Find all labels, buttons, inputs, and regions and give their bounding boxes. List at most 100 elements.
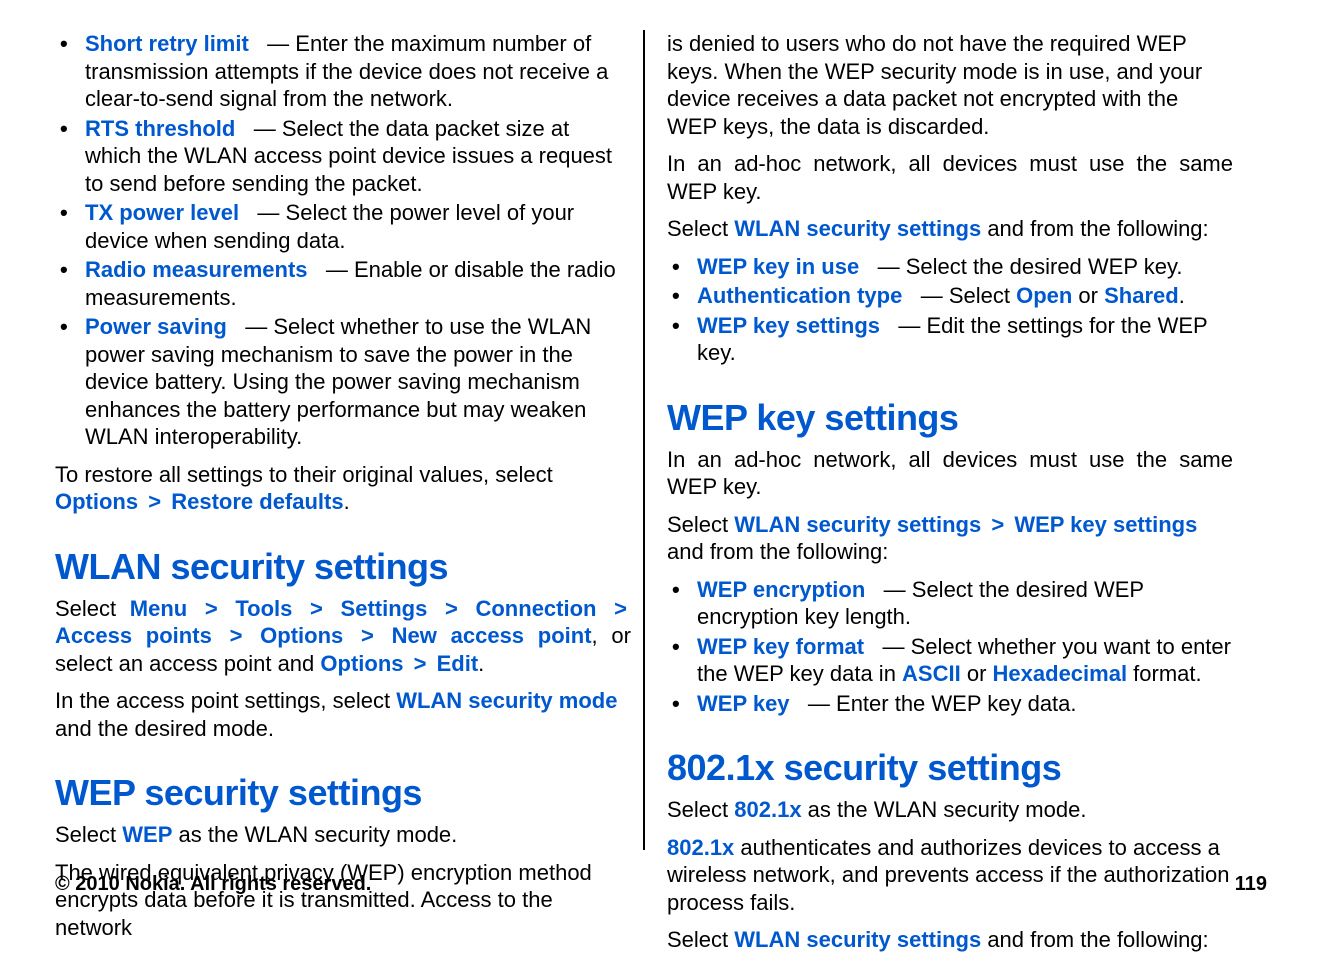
dash: —: [871, 577, 911, 602]
wep-key-list: WEP encryption — Select the desired WEP …: [667, 576, 1233, 718]
manual-page: Short retry limit — Enter the maximum nu…: [0, 0, 1322, 954]
settings-list: Short retry limit — Enter the maximum nu…: [55, 30, 631, 451]
path-edit: Edit: [437, 651, 479, 676]
text: Select: [667, 927, 734, 952]
adhoc-note: In an ad-hoc network, all devices must u…: [667, 150, 1233, 205]
term: WEP encryption: [697, 577, 865, 602]
item-short-retry: Short retry limit — Enter the maximum nu…: [85, 30, 631, 113]
term: Authentication type: [697, 283, 902, 308]
item-power-saving: Power saving — Select whether to use the…: [85, 313, 631, 451]
text: or: [1072, 283, 1104, 308]
path-options-2: Options: [320, 651, 403, 676]
wep-desc-paragraph: The wired equivalent privacy (WEP) encry…: [55, 859, 631, 942]
path-menu: Menu: [130, 596, 187, 621]
term: Short retry limit: [85, 31, 249, 56]
right-column: is denied to users who do not have the r…: [645, 30, 1233, 964]
item-tx-power: TX power level — Select the power level …: [85, 199, 631, 254]
wlan-mode-paragraph: In the access point settings, select WLA…: [55, 687, 631, 742]
item-wep-key-in-use: WEP key in use — Select the desired WEP …: [697, 253, 1233, 281]
breadcrumb-separator: >: [414, 651, 427, 676]
item-rts-threshold: RTS threshold — Select the data packet s…: [85, 115, 631, 198]
item-wep-key: WEP key — Enter the WEP key data.: [697, 690, 1233, 718]
breadcrumb-separator: >: [148, 489, 161, 514]
dash: —: [314, 257, 354, 282]
text: Select: [55, 822, 122, 847]
path-new-access-point: New access point: [392, 623, 592, 648]
text: Select: [667, 797, 734, 822]
term: WEP key: [697, 691, 790, 716]
breadcrumb-separator: >: [230, 623, 243, 648]
link-wlan-security-settings: WLAN security settings: [734, 512, 981, 537]
text: as the WLAN security mode.: [172, 822, 457, 847]
link-wep: WEP: [122, 822, 172, 847]
heading-wep-key-settings: WEP key settings: [667, 395, 1233, 440]
breadcrumb-separator: >: [614, 596, 627, 621]
item-radio-measurements: Radio measurements — Enable or disable t…: [85, 256, 631, 311]
path-tools: Tools: [235, 596, 292, 621]
breadcrumb-separator: >: [361, 623, 374, 648]
desc: Enter the WEP key data.: [836, 691, 1077, 716]
dash: —: [865, 254, 905, 279]
term: WEP key in use: [697, 254, 859, 279]
item-wep-encryption: WEP encryption — Select the desired WEP …: [697, 576, 1233, 631]
item-wep-key-settings: WEP key settings — Edit the settings for…: [697, 312, 1233, 367]
restore-paragraph: To restore all settings to their origina…: [55, 461, 631, 516]
link-options: Options: [55, 489, 138, 514]
desc: Select the desired WEP key.: [906, 254, 1183, 279]
link-open: Open: [1016, 283, 1072, 308]
item-authentication-type: Authentication type — Select Open or Sha…: [697, 282, 1233, 310]
link-shared: Shared: [1104, 283, 1179, 308]
text: Select: [667, 216, 734, 241]
breadcrumb-separator: >: [205, 596, 218, 621]
path-connection: Connection: [475, 596, 596, 621]
text: Select: [949, 283, 1016, 308]
link-restore-defaults: Restore defaults: [171, 489, 343, 514]
wep-select-paragraph: Select WEP as the WLAN security mode.: [55, 821, 631, 849]
heading-8021x: 802.1x security settings: [667, 745, 1233, 790]
text: .: [1179, 283, 1185, 308]
term: WEP key format: [697, 634, 864, 659]
term: Radio measurements: [85, 257, 308, 282]
dash: —: [245, 200, 285, 225]
breadcrumb-separator: >: [445, 596, 458, 621]
text: In the access point settings, select: [55, 688, 396, 713]
text: .: [344, 489, 350, 514]
breadcrumb-separator: >: [310, 596, 323, 621]
left-column: Short retry limit — Enter the maximum nu…: [55, 30, 643, 964]
dash: —: [908, 283, 948, 308]
term: RTS threshold: [85, 116, 235, 141]
text: To restore all settings to their origina…: [55, 462, 553, 487]
dash: —: [233, 314, 273, 339]
select-wlan-sec: Select WLAN security settings and from t…: [667, 215, 1233, 243]
heading-wep-security: WEP security settings: [55, 770, 631, 815]
item-wep-key-format: WEP key format — Select whether you want…: [697, 633, 1233, 688]
text: or: [961, 661, 993, 686]
wlan-path-paragraph: Select Menu > Tools > Settings > Connect…: [55, 595, 631, 678]
text: .: [478, 651, 484, 676]
link-wlan-security-mode: WLAN security mode: [396, 688, 617, 713]
x-select-settings: Select WLAN security settings and from t…: [667, 926, 1233, 954]
copyright-text: © 2010 Nokia. All rights reserved.: [55, 873, 371, 896]
dash: —: [255, 31, 295, 56]
dash: —: [870, 634, 910, 659]
link-wlan-security-settings: WLAN security settings: [734, 216, 981, 241]
link-ascii: ASCII: [902, 661, 961, 686]
x-select-paragraph: Select 802.1x as the WLAN security mode.: [667, 796, 1233, 824]
content-columns: Short retry limit — Enter the maximum nu…: [55, 30, 1267, 964]
text: as the WLAN security mode.: [802, 797, 1087, 822]
dash: —: [241, 116, 281, 141]
link-hexadecimal: Hexadecimal: [993, 661, 1128, 686]
term: WEP key settings: [697, 313, 880, 338]
link-wlan-security-settings: WLAN security settings: [734, 927, 981, 952]
wep-options-list: WEP key in use — Select the desired WEP …: [667, 253, 1233, 367]
heading-wlan-security: WLAN security settings: [55, 544, 631, 589]
term: Power saving: [85, 314, 227, 339]
link-8021x: 802.1x: [667, 835, 734, 860]
breadcrumb-separator: >: [991, 512, 1004, 537]
select-wep-key-settings: Select WLAN security settings > WEP key …: [667, 511, 1233, 566]
dash: —: [886, 313, 926, 338]
path-settings: Settings: [341, 596, 428, 621]
page-footer: © 2010 Nokia. All rights reserved. 119: [55, 873, 1267, 896]
wep-continuation: is denied to users who do not have the r…: [667, 30, 1233, 140]
path-options: Options: [260, 623, 343, 648]
